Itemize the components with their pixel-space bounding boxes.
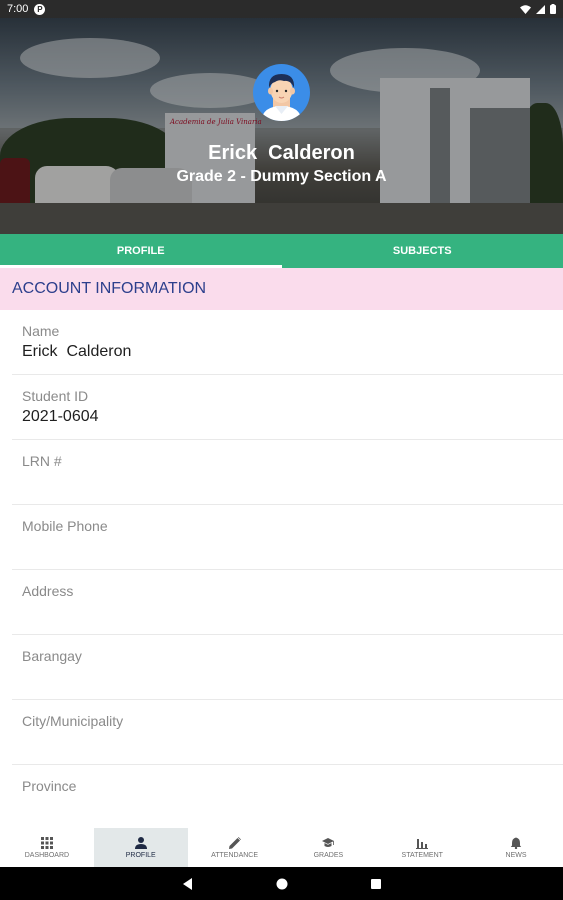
system-navigation-bar [0, 867, 563, 900]
profile-tabs: PROFILE SUBJECTS [0, 234, 563, 268]
battery-icon [550, 4, 556, 14]
signal-icon [536, 4, 545, 14]
wifi-icon [520, 4, 531, 14]
field-mobile-phone: Mobile Phone [12, 505, 563, 570]
grid-icon [40, 836, 53, 849]
nav-news[interactable]: NEWS [469, 828, 563, 867]
recents-button[interactable] [369, 877, 383, 891]
field-name: Name Erick Calderon [12, 310, 563, 375]
field-label: Mobile Phone [22, 518, 108, 534]
bell-icon [510, 837, 522, 849]
field-address: Address [12, 570, 563, 635]
nav-label: PROFILE [125, 851, 156, 859]
nav-profile[interactable]: PROFILE [93, 828, 188, 867]
account-fields: Name Erick Calderon Student ID 2021-0604… [0, 310, 563, 830]
field-label: Name [22, 323, 60, 339]
cover-overlay [0, 18, 563, 234]
field-city-municipality: City/Municipality [12, 700, 563, 765]
nav-label: ATTENDANCE [211, 851, 259, 859]
home-circle-icon [276, 878, 287, 889]
nav-grades[interactable]: GRADES [281, 828, 375, 867]
nav-label: NEWS [505, 851, 527, 859]
nav-attendance[interactable]: ATTENDANCE [188, 828, 282, 867]
person-icon [134, 836, 147, 849]
tab-subjects[interactable]: SUBJECTS [282, 234, 563, 268]
tab-profile[interactable]: PROFILE [0, 234, 282, 268]
student-avatar-icon [261, 74, 302, 121]
field-value: Erick Calderon [22, 343, 132, 360]
bar-chart-icon [416, 837, 429, 849]
nav-label: STATEMENT [401, 851, 443, 859]
field-label: LRN # [22, 453, 62, 469]
status-icons [520, 4, 556, 14]
recents-square-icon [370, 878, 381, 889]
student-section: Grade 2 - Dummy Section A [176, 168, 387, 185]
account-information-header: ACCOUNT INFORMATION [0, 268, 563, 310]
nav-label: GRADES [313, 851, 344, 859]
field-label: Address [22, 583, 74, 599]
profile-cover: Academia de Julia Vinaria Erick Calderon… [0, 18, 563, 234]
field-value: 2021-0604 [22, 408, 99, 425]
avatar [253, 64, 310, 121]
home-button[interactable] [275, 877, 289, 891]
field-label: Barangay [22, 648, 82, 664]
graduation-cap-icon [322, 837, 335, 849]
student-name: Erick Calderon [208, 142, 355, 164]
nav-label: DASHBOARD [24, 851, 70, 859]
pencil-icon [228, 836, 241, 849]
back-button[interactable] [181, 877, 195, 891]
field-province: Province [12, 765, 563, 830]
field-label: Province [22, 778, 77, 794]
app-notification-icon: P [34, 3, 46, 15]
field-lrn: LRN # [12, 440, 563, 505]
back-triangle-icon [182, 877, 192, 890]
field-label: City/Municipality [22, 713, 124, 729]
nav-statement[interactable]: STATEMENT [375, 828, 469, 867]
field-barangay: Barangay [12, 635, 563, 700]
status-bar: 7:00 P [0, 0, 563, 18]
bottom-navigation: DASHBOARD PROFILE ATTENDANCE GRADES STAT… [0, 828, 563, 867]
nav-dashboard[interactable]: DASHBOARD [0, 828, 94, 867]
status-time: 7:00 [7, 3, 29, 15]
field-label: Student ID [22, 388, 89, 404]
field-student-id: Student ID 2021-0604 [12, 375, 563, 440]
